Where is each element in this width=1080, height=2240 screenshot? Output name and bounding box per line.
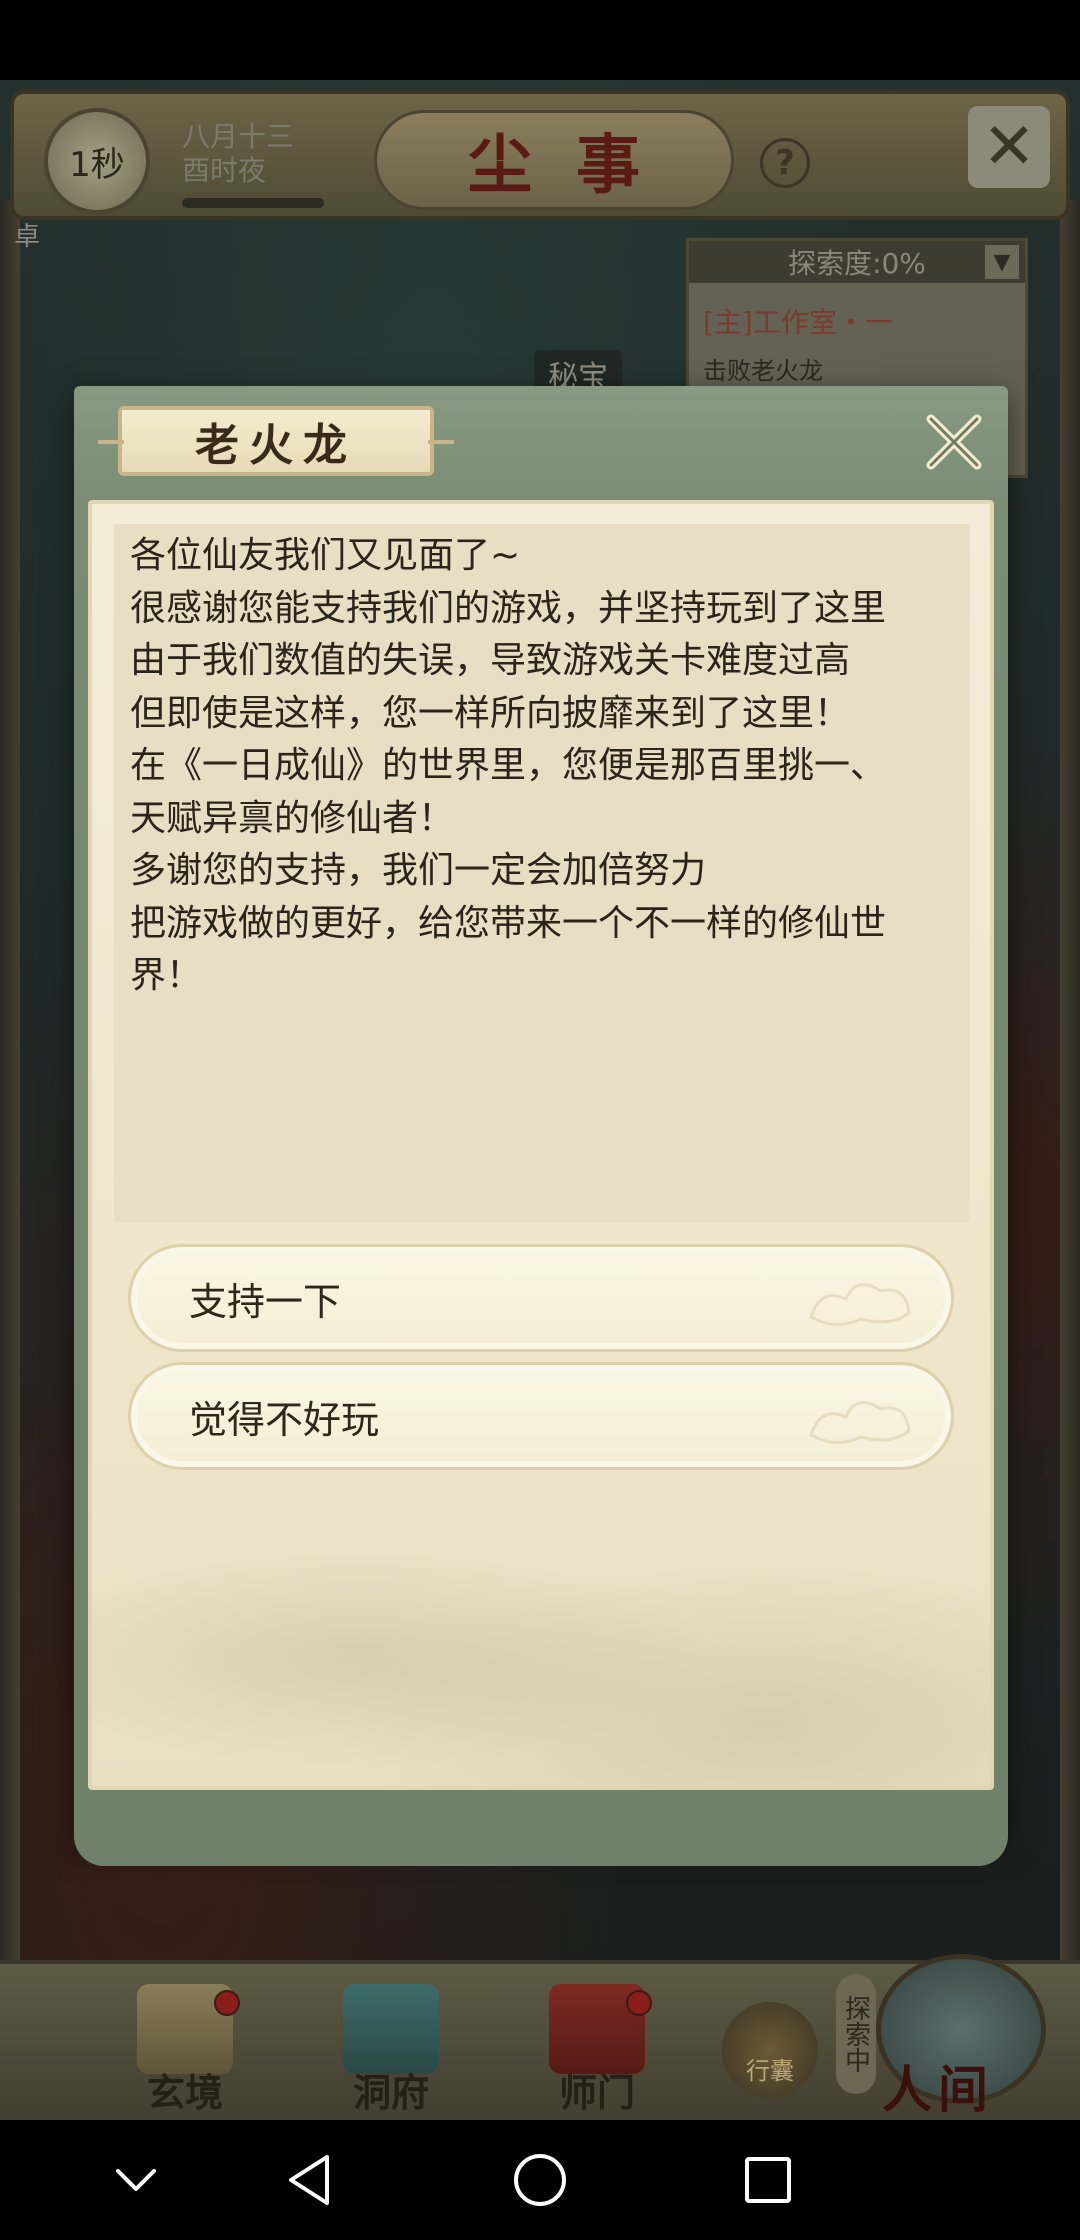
explore-header: 探索度:0% ▼ [689, 241, 1025, 283]
quest-description: 击败老火龙 [703, 357, 823, 385]
quest-title: [主]工作室・一 [703, 306, 893, 339]
back-button[interactable] [280, 2150, 340, 2210]
world-button[interactable]: 探索中 人间 [836, 1954, 1056, 2119]
recents-button[interactable] [738, 2150, 798, 2210]
nav-item-shimen[interactable]: 师门 [532, 1984, 662, 2115]
explore-progress: 探索度:0% [788, 247, 926, 280]
message-line: 天赋异禀的修仙者！ [130, 797, 455, 839]
chevron-down-icon[interactable]: ▼ [985, 245, 1019, 279]
support-option-button[interactable]: 支持一下 [128, 1244, 954, 1352]
bag-label: 行囊 [746, 2057, 794, 2085]
home-button[interactable] [510, 2150, 570, 2210]
close-x-icon [926, 414, 982, 470]
message-line: 但即使是这样，您一样所向披靡来到了这里！ [130, 692, 851, 734]
triangle-back-icon [289, 2155, 329, 2205]
message-box: 各位仙友我们又见面了~ 很感谢您能支持我们的游戏，并坚持玩到了这里 由于我们数值… [114, 524, 970, 1222]
message-line: 各位仙友我们又见面了~ [130, 535, 521, 576]
not-fun-option-button[interactable]: 觉得不好玩 [128, 1362, 954, 1470]
screen-title: 尘事 [374, 110, 734, 210]
world-label: 人间 [882, 2060, 994, 2119]
exploring-tag: 探索中 [836, 1974, 876, 2094]
ink-landscape-decoration [92, 1466, 990, 1786]
game-date: 八月十三 酉时夜 [182, 120, 294, 188]
pavilion-icon [343, 1984, 439, 2074]
circle-home-icon [514, 2154, 566, 2206]
date-line-2: 酉时夜 [182, 154, 267, 187]
bag-button[interactable]: 行囊 [722, 2002, 818, 2098]
close-x-icon: ✕ [982, 110, 1036, 184]
collapse-button[interactable] [106, 2150, 166, 2210]
message-line: 把游戏做的更好，给您带来一个不一样的修仙世 [130, 902, 887, 944]
left-map-tag: 卓 [14, 222, 41, 252]
message-line: 界！ [130, 955, 203, 996]
dialog-paper: 各位仙友我们又见面了~ 很感谢您能支持我们的游戏，并坚持玩到了这里 由于我们数值… [88, 500, 994, 1790]
date-line-1: 八月十三 [182, 120, 295, 153]
chevron-down-icon [116, 2169, 156, 2191]
top-close-button[interactable]: ✕ [968, 106, 1050, 188]
dialog-title: 老火龙 [98, 406, 454, 476]
message-line: 由于我们数值的失误，导致游戏关卡难度过高 [130, 640, 851, 681]
option-label: 支持一下 [189, 1279, 342, 1324]
map-frame-right [1060, 200, 1080, 2080]
notification-dot [214, 1990, 240, 2016]
message-line: 很感谢您能支持我们的游戏，并坚持玩到了这里 [130, 587, 887, 629]
top-bar: 1秒 八月十三 酉时夜 尘事 ? ✕ [10, 90, 1070, 220]
timer-label: 1秒 [69, 144, 125, 185]
nav-item-dongfu[interactable]: 洞府 [326, 1984, 456, 2115]
bottom-nav: 玄境 洞府 师门 行囊 探索中 人间 [0, 1954, 1080, 2120]
message-line: 在《一日成仙》的世界里，您便是那百里挑一、 [130, 745, 887, 786]
notification-dot [626, 1990, 652, 2016]
timer-badge[interactable]: 1秒 [44, 108, 150, 214]
map-frame-left [0, 200, 20, 2080]
option-label: 觉得不好玩 [189, 1397, 380, 1442]
message-line: 多谢您的支持，我们一定会加倍努力 [130, 850, 707, 891]
nav-label: 玄境 [146, 2070, 223, 2115]
cloud-decoration-icon [809, 1401, 911, 1444]
square-recents-icon [745, 2157, 791, 2203]
nav-item-xuanjing[interactable]: 玄境 [120, 1984, 250, 2115]
cloud-decoration-icon [809, 1283, 911, 1326]
dialog-close-button[interactable] [920, 408, 988, 476]
time-progress-bar [182, 198, 324, 208]
system-navigation-bar [0, 2120, 1080, 2240]
help-button[interactable]: ? [760, 138, 810, 188]
nav-label: 洞府 [352, 2070, 429, 2115]
npc-dialog: 老火龙 各位仙友我们又见面了~ 很感谢您能支持我们的游戏，并坚持玩到了这里 由于… [74, 386, 1008, 1866]
nav-label: 师门 [558, 2070, 635, 2115]
